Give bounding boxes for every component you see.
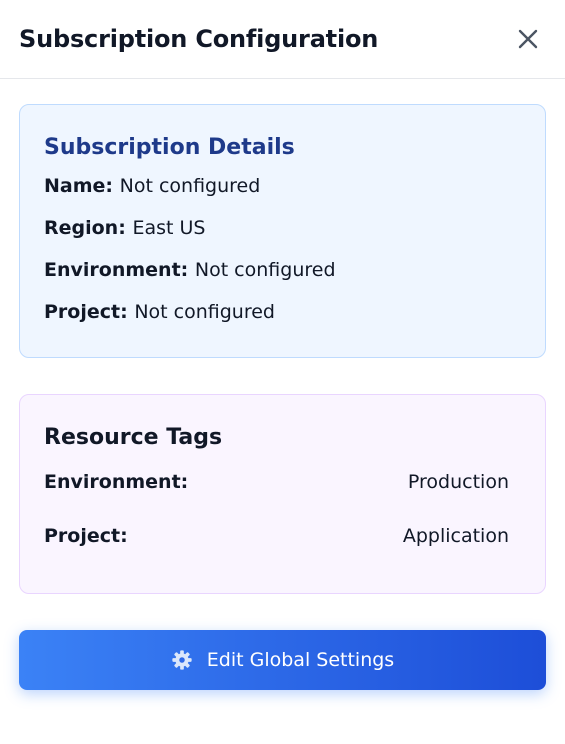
detail-value: Not configured xyxy=(194,259,336,281)
resource-tags-card: Resource Tags Environment: Production Pr… xyxy=(19,394,546,594)
page-title: Subscription Configuration xyxy=(19,25,379,53)
tag-value: Production xyxy=(407,471,509,493)
tag-value: Application xyxy=(402,525,509,547)
close-icon xyxy=(518,29,538,49)
detail-row-name: Name: Not configured xyxy=(44,174,521,198)
detail-label: Project: xyxy=(44,301,135,323)
tag-label: Environment: xyxy=(44,471,189,493)
detail-value: East US xyxy=(132,217,206,239)
tag-row-project: Project: Application xyxy=(44,524,509,548)
tag-row-environment: Environment: Production xyxy=(44,470,509,494)
panel-content: Subscription Details Name: Not configure… xyxy=(0,79,565,690)
panel-header: Subscription Configuration xyxy=(0,0,565,79)
subscription-config-panel: Subscription Configuration Subscription … xyxy=(0,0,565,744)
detail-row-environment: Environment: Not configured xyxy=(44,258,521,282)
edit-global-settings-button[interactable]: Edit Global Settings xyxy=(19,630,546,690)
resource-tags-title: Resource Tags xyxy=(44,425,223,450)
detail-label: Environment: xyxy=(44,259,195,281)
detail-row-project: Project: Not configured xyxy=(44,300,521,324)
close-button[interactable] xyxy=(512,23,544,55)
tag-label: Project: xyxy=(44,525,128,547)
detail-value: Not configured xyxy=(119,175,261,197)
gear-icon xyxy=(171,649,193,671)
subscription-details-title: Subscription Details xyxy=(44,135,295,160)
detail-value: Not configured xyxy=(134,301,275,323)
edit-global-settings-label: Edit Global Settings xyxy=(206,649,395,671)
detail-row-region: Region: East US xyxy=(44,216,521,240)
detail-label: Region: xyxy=(44,217,133,239)
detail-label: Name: xyxy=(44,175,120,197)
subscription-details-card: Subscription Details Name: Not configure… xyxy=(19,104,546,358)
